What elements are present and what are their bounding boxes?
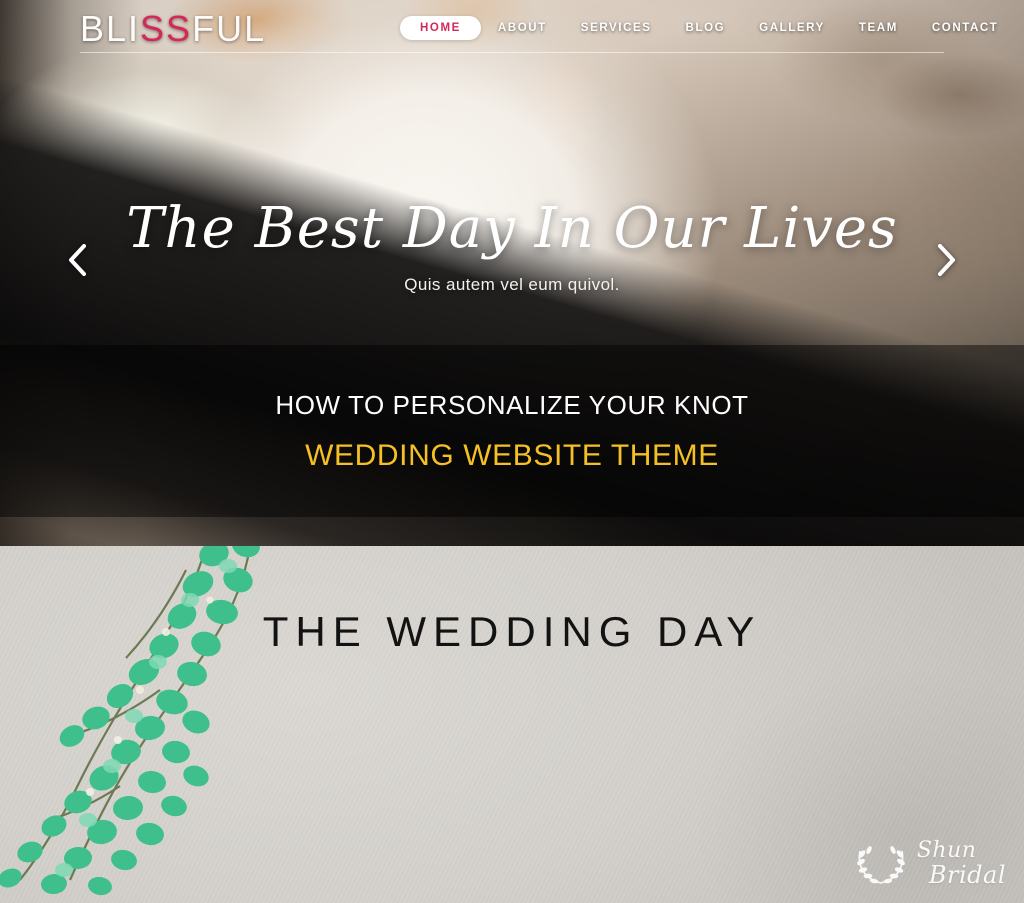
logo-prefix: BLI — [80, 8, 141, 49]
logo-suffix: FUL — [192, 8, 267, 49]
watermark-line2: Bridal — [928, 860, 1006, 889]
page-root: BLISSFUL HOME ABOUT SERVICES BLOG GALLER… — [0, 0, 1024, 903]
hero-title: The Best Day In Our Lives — [126, 196, 898, 261]
hero-subtitle: Quis autem vel eum quivol. — [404, 274, 620, 294]
nav-item-gallery[interactable]: GALLERY — [742, 17, 842, 39]
nav-item-blog[interactable]: BLOG — [669, 17, 743, 39]
green-vine-decoration — [0, 546, 260, 896]
article-title-overlay: HOW TO PERSONALIZE YOUR KNOT WEDDING WEB… — [0, 345, 1024, 517]
watermark: Shun Bridal — [853, 838, 1006, 889]
nav-item-contact[interactable]: CONTACT — [915, 17, 1016, 39]
slider-next-button[interactable] — [925, 238, 969, 282]
laurel-wreath-icon — [856, 845, 905, 884]
nav-item-home[interactable]: HOME — [400, 16, 481, 40]
nav-item-about[interactable]: ABOUT — [481, 17, 564, 39]
article-title-line1: HOW TO PERSONALIZE YOUR KNOT — [275, 389, 749, 420]
nav-item-services[interactable]: SERVICES — [564, 17, 669, 39]
hero-caption: The Best Day In Our Lives Quis autem vel… — [0, 196, 1024, 295]
site-header: BLISSFUL HOME ABOUT SERVICES BLOG GALLER… — [0, 0, 1024, 55]
article-title-line2: WEDDING WEBSITE THEME — [305, 438, 719, 472]
chevron-right-icon — [938, 244, 955, 276]
watermark-text: Shun Bridal — [916, 838, 1006, 889]
wedding-day-title: THE WEDDING DAY — [262, 608, 762, 655]
site-logo[interactable]: BLISSFUL — [80, 8, 266, 50]
slider-prev-button[interactable] — [55, 238, 99, 282]
chevron-left-icon — [69, 244, 86, 276]
header-divider — [80, 52, 944, 53]
watermark-line1: Shun — [916, 838, 977, 864]
main-navigation: HOME ABOUT SERVICES BLOG GALLERY TEAM CO… — [400, 16, 1016, 40]
logo-accent: SS — [140, 8, 193, 49]
nav-item-team[interactable]: TEAM — [842, 17, 915, 39]
